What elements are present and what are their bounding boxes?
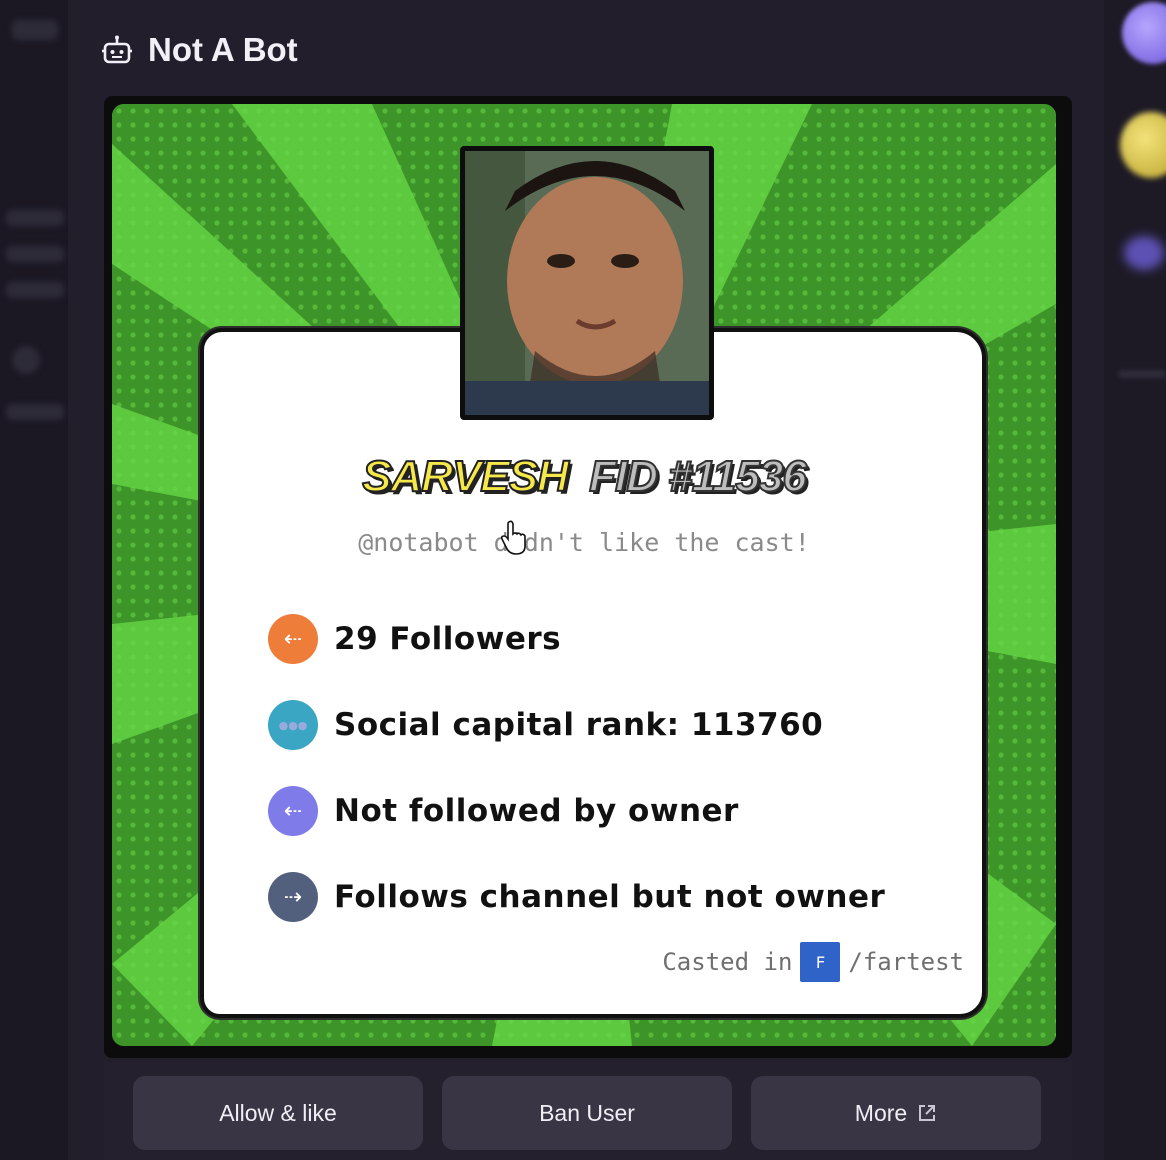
sidebar-blur-avatar — [12, 346, 40, 374]
stat-text: 29 Followers — [334, 621, 562, 657]
stat-followers: ⇠ 29 Followers — [268, 614, 561, 664]
avatar[interactable] — [1124, 236, 1164, 270]
casted-label: Casted in — [662, 948, 793, 976]
bot-icon — [102, 35, 132, 64]
stat-not-followed: ⇠ Not followed by owner — [268, 786, 739, 836]
social-capital-icon: ●●● — [268, 700, 318, 750]
status-message: @notabot didn't like the cast! — [358, 528, 810, 557]
notabot-card[interactable]: SARVESH FID #11536 @notabot didn't like … — [112, 104, 1056, 1046]
channel-name: /fartest — [848, 948, 964, 976]
avatar[interactable] — [1120, 112, 1166, 178]
frame-actions: Allow & like Ban User More — [104, 1062, 1072, 1160]
sidebar-blur-item — [6, 210, 64, 226]
more-button[interactable]: More — [751, 1076, 1041, 1150]
user-name: SARVESH — [361, 451, 570, 502]
followers-icon: ⇠ — [268, 614, 318, 664]
button-label: Allow & like — [219, 1099, 337, 1126]
sidebar-blur-item — [12, 20, 58, 40]
not-followed-icon: ⇠ — [268, 786, 318, 836]
frame-panel: Not A Bot SARVESH FID #11536 @notabot di… — [68, 0, 1104, 1160]
panel-header: Not A Bot — [100, 28, 298, 72]
casted-in: Casted in F /fartest — [662, 942, 964, 982]
external-link-icon — [919, 1105, 936, 1121]
right-rail — [1104, 0, 1166, 1160]
button-label: More — [854, 1099, 908, 1126]
rail-blur-item — [1118, 370, 1166, 378]
stat-follows-channel: ⇢ Follows channel but not owner — [268, 872, 885, 922]
ban-user-button[interactable]: Ban User — [442, 1076, 732, 1150]
channel-icon: F — [800, 942, 841, 982]
avatar[interactable] — [1122, 2, 1166, 64]
page-title: Not A Bot — [148, 31, 298, 68]
stat-social-capital: ●●● Social capital rank: 113760 — [268, 700, 823, 750]
frame-image-container: SARVESH FID #11536 @notabot didn't like … — [104, 96, 1072, 1058]
profile-photo — [460, 146, 714, 420]
stat-text: Follows channel but not owner — [334, 879, 886, 915]
stat-text: Social capital rank: 113760 — [334, 707, 824, 743]
sidebar-blur-item — [6, 282, 64, 298]
sidebar-blur-item — [6, 404, 64, 420]
sidebar-blur-item — [6, 246, 64, 262]
left-sidebar — [0, 0, 68, 1160]
user-name-line: SARVESH FID #11536 — [112, 451, 1056, 502]
button-label: Ban User — [539, 1099, 635, 1126]
hand-cursor-icon — [500, 520, 526, 555]
allow-like-button[interactable]: Allow & like — [133, 1076, 423, 1150]
follows-channel-icon: ⇢ — [268, 872, 318, 922]
user-fid: FID #11536 — [588, 451, 808, 502]
stat-text: Not followed by owner — [334, 793, 739, 829]
